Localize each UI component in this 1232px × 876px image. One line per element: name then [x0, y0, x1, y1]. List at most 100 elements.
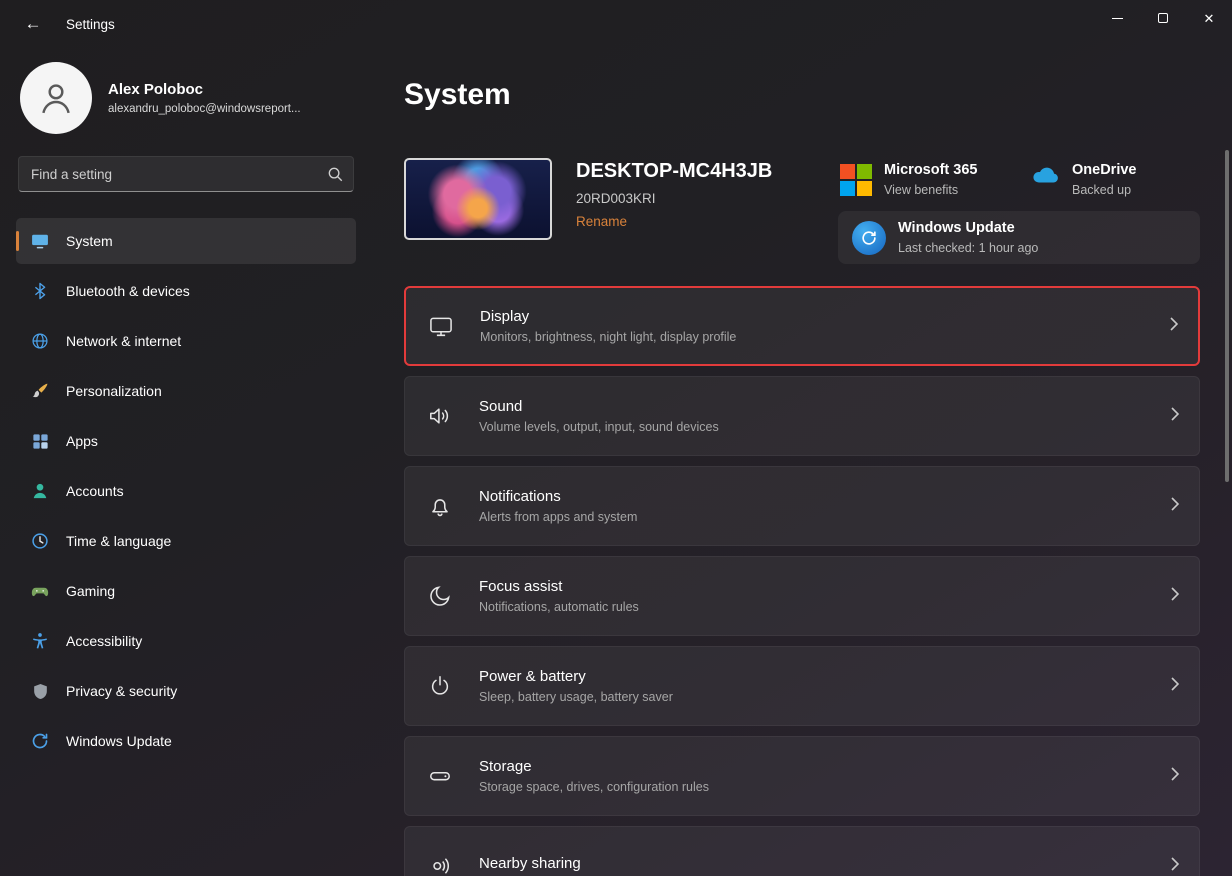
row-subtitle: Monitors, brightness, night light, displ…: [480, 330, 736, 344]
bell-icon: [427, 493, 457, 519]
sidebar-item-label: System: [66, 233, 113, 249]
close-icon: ✕: [1204, 12, 1215, 25]
sidebar-item-gaming[interactable]: Gaming: [16, 568, 356, 614]
search-box: [18, 156, 354, 192]
row-sound[interactable]: Sound Volume levels, output, input, soun…: [404, 376, 1200, 456]
row-focus-assist[interactable]: Focus assist Notifications, automatic ru…: [404, 556, 1200, 636]
sidebar-item-accessibility[interactable]: Accessibility: [16, 618, 356, 664]
status-column: Microsoft 365 View benefits OneDrive Bac…: [838, 158, 1200, 264]
device-thumbnail: [404, 158, 552, 240]
minimize-button[interactable]: [1094, 0, 1140, 36]
brush-icon: [30, 381, 50, 401]
bluetooth-icon: [30, 281, 50, 301]
sidebar-item-apps[interactable]: Apps: [16, 418, 356, 464]
row-subtitle: Sleep, battery usage, battery saver: [479, 690, 673, 704]
sidebar: Alex Poloboc alexandru_poloboc@windowsre…: [0, 48, 372, 876]
profile-email: alexandru_poloboc@windowsreport...: [108, 103, 301, 115]
chevron-right-icon: [1171, 767, 1179, 786]
settings-rows: Display Monitors, brightness, night ligh…: [404, 286, 1200, 876]
row-subtitle: Storage space, drives, configuration rul…: [479, 780, 709, 794]
device-name: DESKTOP-MC4H3JB: [576, 160, 772, 183]
sidebar-item-privacy-security[interactable]: Privacy & security: [16, 668, 356, 714]
sidebar-item-label: Accounts: [66, 483, 124, 499]
windows-update-status: Last checked: 1 hour ago: [898, 241, 1038, 255]
chevron-right-icon: [1171, 857, 1179, 876]
avatar: [20, 62, 92, 134]
sidebar-item-bluetooth-devices[interactable]: Bluetooth & devices: [16, 268, 356, 314]
main-content: System DESKTOP-MC4H3JB 20RD003KRI Rename: [404, 48, 1200, 876]
chevron-right-icon: [1170, 317, 1178, 336]
storage-drive-icon: [427, 763, 457, 789]
page-title: System: [404, 76, 1200, 114]
row-title: Display: [480, 308, 736, 325]
sidebar-item-label: Windows Update: [66, 733, 172, 749]
maximize-button[interactable]: [1140, 0, 1186, 36]
row-notifications[interactable]: Notifications Alerts from apps and syste…: [404, 466, 1200, 546]
speaker-icon: [427, 403, 457, 429]
row-nearby-sharing[interactable]: Nearby sharing: [404, 826, 1200, 876]
row-storage[interactable]: Storage Storage space, drives, configura…: [404, 736, 1200, 816]
maximize-icon: [1158, 13, 1168, 23]
account-person-icon: [30, 481, 50, 501]
row-subtitle: Notifications, automatic rules: [479, 600, 639, 614]
sidebar-item-personalization[interactable]: Personalization: [16, 368, 356, 414]
person-icon: [35, 77, 77, 119]
sidebar-item-system[interactable]: System: [16, 218, 356, 264]
row-title: Power & battery: [479, 668, 673, 685]
sidebar-item-label: Network & internet: [66, 333, 181, 349]
page-header: DESKTOP-MC4H3JB 20RD003KRI Rename Micros…: [404, 158, 1200, 264]
search-input[interactable]: [18, 156, 354, 192]
apps-grid-icon: [30, 431, 50, 451]
close-button[interactable]: ✕: [1186, 0, 1232, 36]
back-button[interactable]: ←: [16, 9, 50, 39]
windows-update-title: Windows Update: [898, 220, 1038, 236]
sidebar-item-label: Bluetooth & devices: [66, 283, 190, 299]
nearby-sharing-icon: [427, 853, 457, 876]
rename-link[interactable]: Rename: [576, 214, 627, 229]
device-model: 20RD003KRI: [576, 191, 772, 206]
view-benefits-link[interactable]: View benefits: [884, 183, 977, 197]
profile-name: Alex Poloboc: [108, 81, 301, 98]
profile-text: Alex Poloboc alexandru_poloboc@windowsre…: [108, 81, 301, 115]
row-power-battery[interactable]: Power & battery Sleep, battery usage, ba…: [404, 646, 1200, 726]
minimize-icon: [1112, 18, 1123, 19]
chevron-right-icon: [1171, 677, 1179, 696]
sidebar-nav: System Bluetooth & devices Network & int…: [16, 218, 356, 764]
chevron-right-icon: [1171, 497, 1179, 516]
onedrive-card[interactable]: OneDrive Backed up: [1024, 158, 1200, 201]
moon-icon: [427, 583, 457, 609]
sidebar-item-time-language[interactable]: Time & language: [16, 518, 356, 564]
row-display[interactable]: Display Monitors, brightness, night ligh…: [404, 286, 1200, 366]
device-block: DESKTOP-MC4H3JB 20RD003KRI Rename: [404, 158, 772, 264]
window-controls: ✕: [1094, 0, 1232, 36]
microsoft365-card[interactable]: Microsoft 365 View benefits: [838, 158, 1014, 201]
sidebar-item-network-internet[interactable]: Network & internet: [16, 318, 356, 364]
sidebar-item-label: Gaming: [66, 583, 115, 599]
clock-icon: [30, 531, 50, 551]
windows-update-card[interactable]: Windows Update Last checked: 1 hour ago: [838, 211, 1200, 264]
sidebar-item-windows-update[interactable]: Windows Update: [16, 718, 356, 764]
onedrive-cloud-icon: [1026, 162, 1060, 191]
sidebar-item-label: Personalization: [66, 383, 162, 399]
globe-icon: [30, 331, 50, 351]
onedrive-status[interactable]: Backed up: [1072, 183, 1136, 197]
scrollbar-thumb[interactable]: [1225, 150, 1229, 482]
sidebar-item-label: Privacy & security: [66, 683, 177, 699]
row-subtitle: Volume levels, output, input, sound devi…: [479, 420, 719, 434]
profile-block[interactable]: Alex Poloboc alexandru_poloboc@windowsre…: [16, 60, 356, 152]
row-title: Nearby sharing: [479, 855, 581, 872]
row-title: Notifications: [479, 488, 637, 505]
microsoft365-icon: [840, 164, 872, 196]
app-title: Settings: [66, 17, 115, 32]
power-icon: [427, 673, 457, 699]
onedrive-title: OneDrive: [1072, 162, 1136, 178]
update-arrows-icon: [30, 731, 50, 751]
titlebar: ← Settings: [0, 0, 1232, 48]
row-title: Storage: [479, 758, 709, 775]
windows-update-icon: [852, 221, 886, 255]
sidebar-item-accounts[interactable]: Accounts: [16, 468, 356, 514]
chevron-right-icon: [1171, 407, 1179, 426]
status-row: Microsoft 365 View benefits OneDrive Bac…: [838, 158, 1200, 201]
sidebar-item-label: Apps: [66, 433, 98, 449]
settings-window: ← Settings ✕ Alex Poloboc alexandru_polo…: [0, 0, 1232, 876]
